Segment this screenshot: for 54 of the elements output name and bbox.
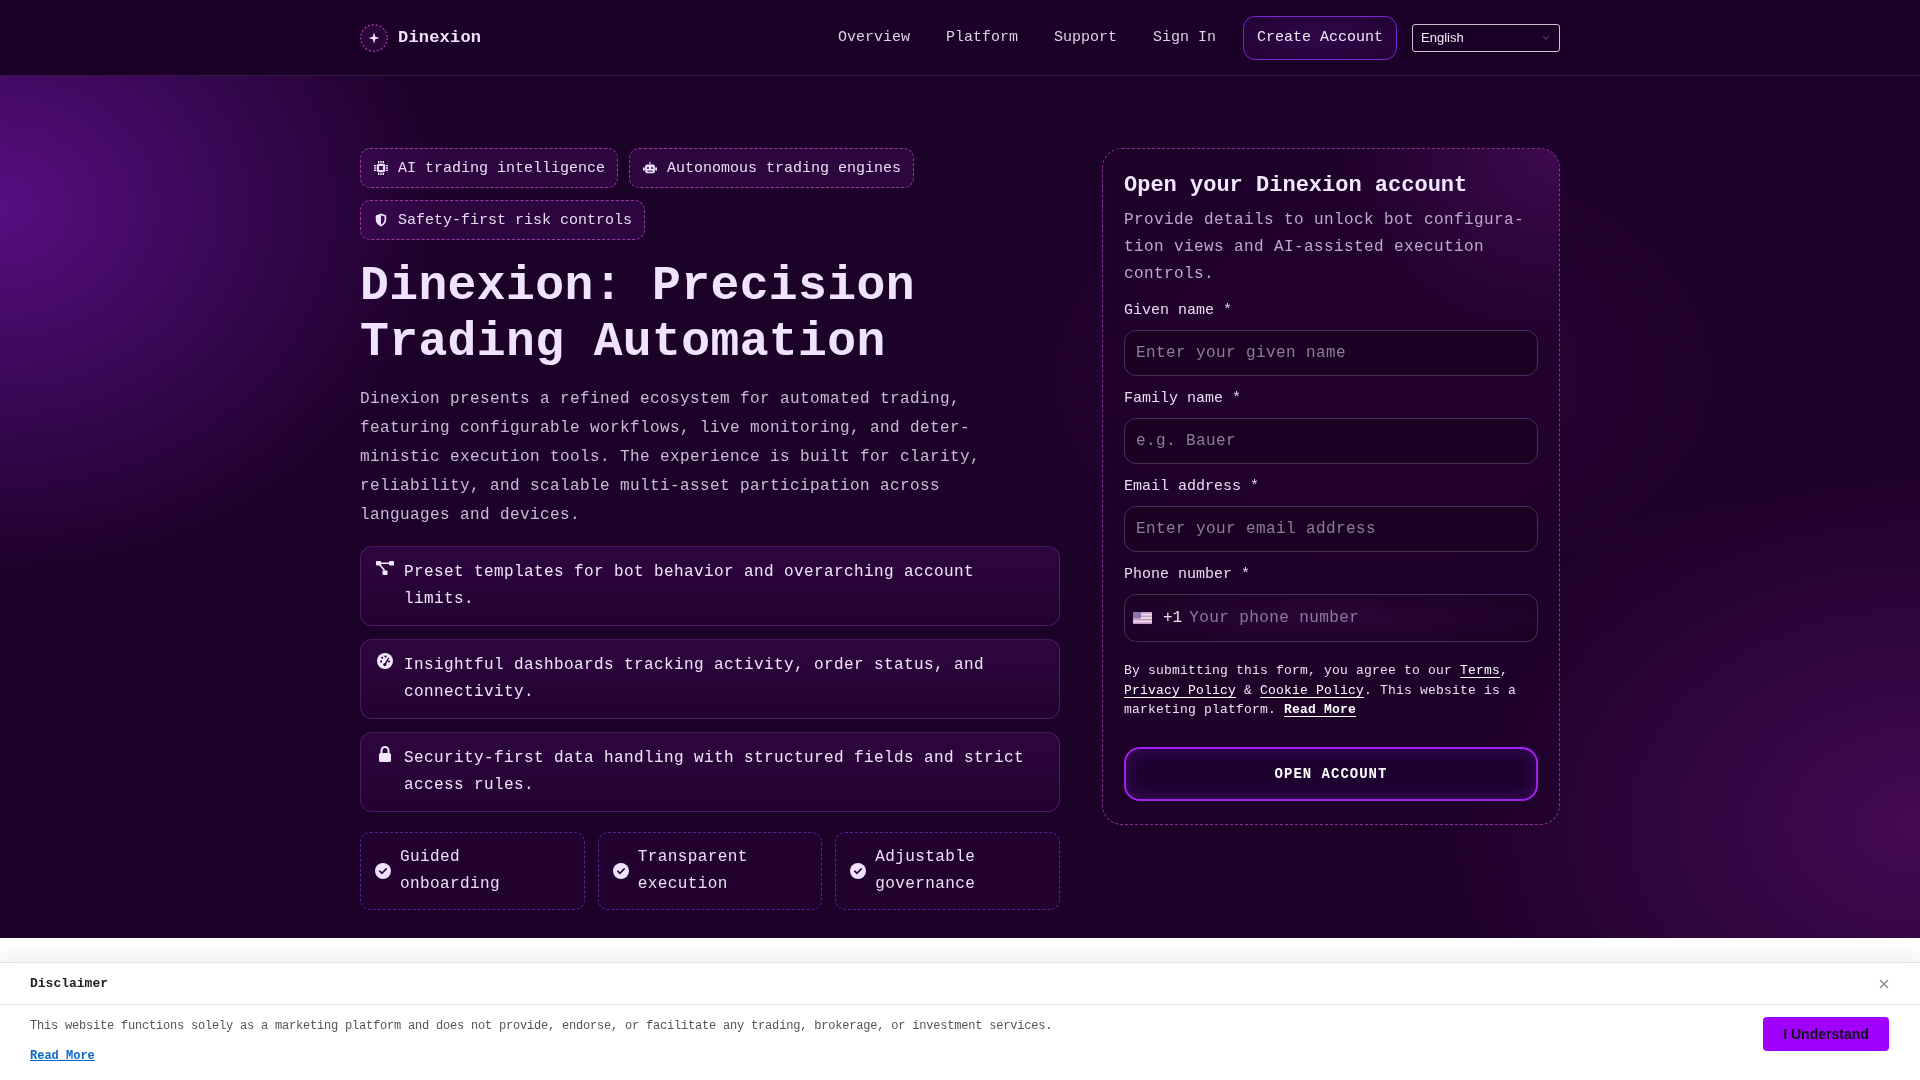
feature-text: Insightful dashboards tracking activity, order status, and connectivity. xyxy=(404,655,986,703)
check-circle-icon xyxy=(612,863,629,879)
policy-link[interactable]: Terms xyxy=(1460,663,1501,678)
consent-text: By submitting this form, you agree to our Terms, Privacy Policy & Cookie Policy. This website is a marketing platform. Read More xyxy=(1124,662,1518,719)
close-icon xyxy=(1879,978,1889,989)
policy-link[interactable]: Privacy Policy xyxy=(1124,682,1237,698)
gauge-icon xyxy=(376,653,394,669)
hero-description: Dinexion presents a refined ecosystem for automated trading, featuring configurable workflows, live monitoring, and deter-ministic execution tools. The experience is built for clarity, reliability, and scalable multi-asset participation across languages and devices. xyxy=(360,389,982,526)
shield-icon xyxy=(374,213,388,227)
nav-link[interactable]: Overview xyxy=(837,29,910,46)
text-input[interactable]: Enter your email address xyxy=(1124,506,1538,552)
form-title: Open your Dinexion account xyxy=(1124,172,1469,200)
flag-icon xyxy=(1133,612,1152,624)
check-circle-icon xyxy=(850,863,867,879)
dial-code: +1 xyxy=(1163,609,1183,627)
highlight-text: Adjustable governance xyxy=(875,847,977,895)
lock-icon xyxy=(376,746,394,762)
tag-label: Safety-first risk controls xyxy=(398,211,633,229)
disclaimer-title: Disclaimer xyxy=(30,976,108,991)
read-more-link[interactable]: Read More xyxy=(30,1047,95,1065)
nav-link[interactable]: Sign In xyxy=(1152,29,1216,46)
robot-icon xyxy=(643,161,658,175)
nav-link[interactable]: Platform xyxy=(945,29,1018,46)
tag-label: Autonomous trading engines xyxy=(667,159,902,177)
text-input[interactable]: e.g. Bauer xyxy=(1124,418,1538,464)
nodes-icon xyxy=(376,560,394,576)
field-label: Email address * xyxy=(1124,477,1261,497)
create-account-button[interactable]: Create Account xyxy=(1242,15,1397,60)
policy-link[interactable]: Cookie Policy xyxy=(1260,682,1365,698)
check-circle-icon xyxy=(375,863,391,879)
highlight-text: Guided onboarding xyxy=(400,847,501,895)
field-label: Phone number * xyxy=(1124,565,1252,585)
tag-label: AI trading intelligence xyxy=(398,159,606,177)
nav-link[interactable]: Support xyxy=(1053,29,1117,46)
caret-icon xyxy=(1542,35,1550,40)
cpu-icon xyxy=(374,161,388,175)
highlight-text: Transparent execution xyxy=(637,847,749,895)
phone-field[interactable]: +1 Your phone number xyxy=(1124,594,1538,642)
feature-text: Security-first data handling with structured fields and strict access rules. xyxy=(404,748,1026,796)
hero-title: Dinexion: Precision Trading Automation xyxy=(360,258,916,370)
understand-button[interactable]: I Understand xyxy=(1763,1017,1889,1051)
read-more-link[interactable]: Read More xyxy=(1284,702,1357,717)
sparkle-icon[interactable] xyxy=(360,23,388,52)
brand-name[interactable]: Dinexion xyxy=(398,28,482,47)
disclaimer-text: This website functions solely as a marketing platform and does not provide, endorse, or facilitate any trading, brokerage, or investment services. xyxy=(30,1018,1053,1035)
open-account-button[interactable]: OPEN ACCOUNT xyxy=(1124,746,1538,801)
form-description: Provide details to unlock bot configura-tion views and AI-assisted execution controls. xyxy=(1124,210,1526,285)
feature-text: Preset templates for bot behavior and overarching account limits. xyxy=(404,562,976,610)
language-select[interactable]: English xyxy=(1412,23,1560,52)
text-input[interactable]: Enter your given name xyxy=(1124,330,1538,376)
close-button[interactable] xyxy=(1879,978,1889,989)
phone-number-input[interactable]: Your phone number xyxy=(1189,609,1529,627)
field-label: Given name * xyxy=(1124,301,1234,321)
field-label: Family name * xyxy=(1124,389,1243,409)
